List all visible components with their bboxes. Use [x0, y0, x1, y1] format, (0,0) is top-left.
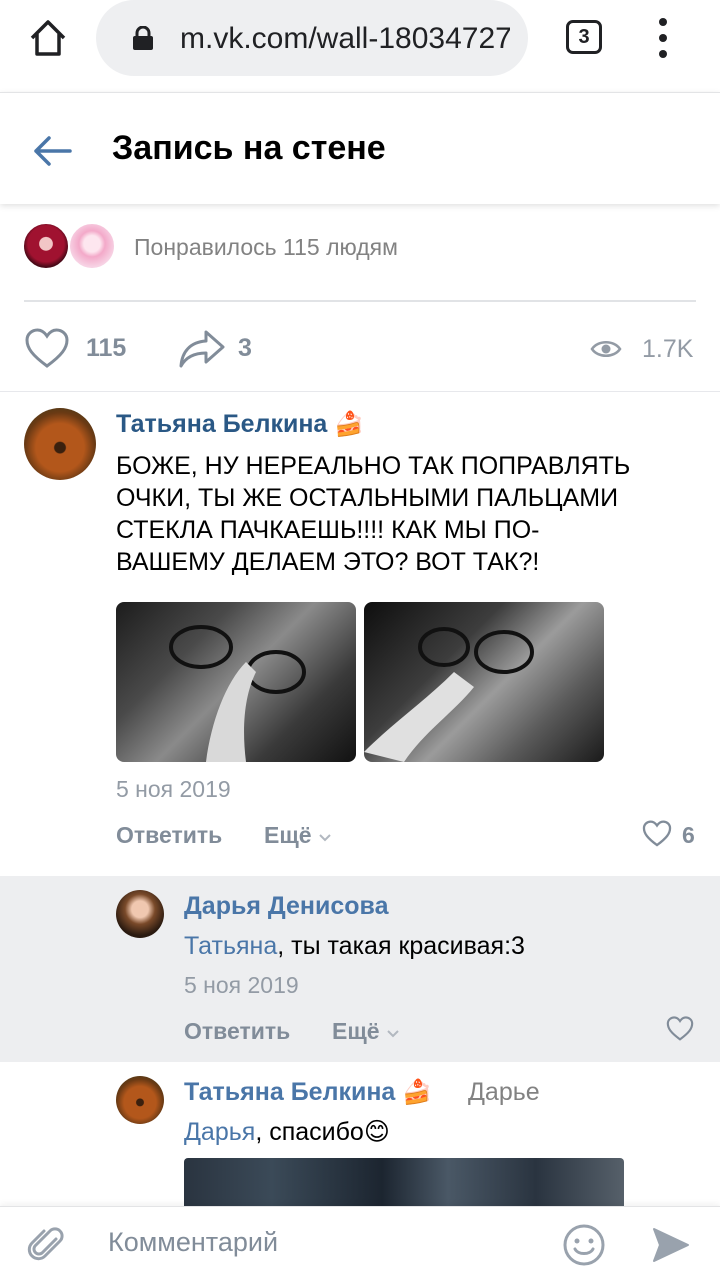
photo-image: [169, 625, 306, 762]
cake-emoji-icon: 🍰: [334, 411, 365, 438]
like-heart-icon[interactable]: [24, 328, 70, 370]
comment-text-body: , спасибо: [255, 1118, 364, 1146]
comment-text: БОЖЕ, НУ НЕРЕАЛЬНО ТАК ПОПРАВЛЯТЬ ОЧКИ, …: [116, 450, 696, 578]
more-label: Ещё: [332, 1018, 380, 1044]
more-menu-icon[interactable]: [650, 16, 676, 60]
like-count: 115: [86, 334, 127, 362]
mention-link[interactable]: Татьяна: [184, 932, 277, 960]
comment-reply: Татьяна Белкина 🍰 Дарье Дарья, спасибо😊: [0, 1062, 720, 1206]
more-button[interactable]: Ещё: [264, 822, 332, 849]
share-count: 3: [238, 334, 252, 362]
mention-link[interactable]: Дарья: [184, 1118, 255, 1146]
avatar[interactable]: [24, 408, 96, 480]
browser-toolbar: m.vk.com/wall-18034727( 3: [0, 0, 720, 90]
liker-avatar: [22, 222, 70, 270]
likes-summary-text: Понравилось 115 людям: [134, 234, 398, 260]
comment-date: 5 ноя 2019: [184, 972, 299, 998]
photo-attachment[interactable]: [364, 602, 604, 762]
chevron-down-icon: [319, 834, 331, 842]
comment-author[interactable]: Татьяна Белкина 🍰: [116, 410, 364, 439]
comment-author[interactable]: Дарья Денисова: [184, 892, 389, 921]
divider: [24, 300, 696, 302]
reply-button[interactable]: Ответить: [116, 822, 222, 849]
page-title: Запись на стене: [112, 129, 386, 167]
share-arrow-icon[interactable]: [178, 328, 226, 370]
comment-like-icon[interactable]: [666, 1016, 694, 1042]
likes-summary[interactable]: Понравилось 115 людям: [0, 216, 720, 276]
comment-text-line: ОЧКИ, ТЫ ЖЕ ОСТАЛЬНЫМИ ПАЛЬЦАМИ: [116, 484, 619, 512]
post-actions: 115 3 1.7K: [0, 322, 720, 378]
back-arrow-icon[interactable]: [30, 129, 74, 173]
comment-text-line: ВАШЕМУ ДЕЛАЕМ ЭТО? ВОТ ТАК?!: [116, 548, 540, 576]
cake-emoji-icon: 🍰: [402, 1079, 433, 1106]
send-icon[interactable]: [650, 1225, 690, 1265]
author-name: Татьяна Белкина: [184, 1078, 396, 1106]
emoji-icon[interactable]: [562, 1223, 606, 1267]
comment-composer: [0, 1206, 720, 1276]
comment-text-line: БОЖЕ, НУ НЕРЕАЛЬНО ТАК ПОПРАВЛЯТЬ: [116, 452, 631, 480]
address-bar[interactable]: m.vk.com/wall-18034727(: [96, 0, 528, 76]
photo-attachment[interactable]: [116, 602, 356, 762]
lock-icon: [132, 25, 154, 50]
page-header: Запись на стене: [0, 92, 720, 204]
comment: Татьяна Белкина 🍰 БОЖЕ, НУ НЕРЕАЛЬНО ТАК…: [0, 392, 720, 876]
avatar[interactable]: [116, 1076, 164, 1124]
author-name: Татьяна Белкина: [116, 410, 328, 438]
smile-emoji-icon: 😊: [363, 1118, 390, 1146]
more-button[interactable]: Ещё: [332, 1018, 400, 1045]
views-eye-icon: [590, 338, 622, 360]
photo-attachment[interactable]: [184, 1158, 624, 1206]
comment-text-body: , ты такая красивая:3: [277, 932, 525, 960]
comment-reply: Дарья Денисова Татьяна, ты такая красива…: [0, 876, 720, 1062]
comment-text-line: СТЕКЛА ПАЧКАЕШЬ!!!! КАК МЫ ПО-: [116, 516, 540, 544]
paperclip-icon[interactable]: [26, 1225, 66, 1265]
chevron-down-icon: [387, 1030, 399, 1038]
reply-button[interactable]: Ответить: [184, 1018, 290, 1045]
comment-like-icon[interactable]: [642, 820, 672, 848]
comment-input[interactable]: [108, 1217, 538, 1267]
comment-text: Татьяна, ты такая красивая:3: [184, 930, 684, 962]
comment-author[interactable]: Татьяна Белкина 🍰: [184, 1078, 432, 1107]
more-label: Ещё: [264, 822, 312, 848]
tab-switcher-button[interactable]: 3: [566, 20, 602, 54]
reply-to-label[interactable]: Дарье: [468, 1078, 540, 1107]
photo-image: [364, 627, 534, 762]
avatar[interactable]: [116, 890, 164, 938]
url-text: m.vk.com/wall-18034727(: [180, 22, 510, 55]
comment-like-count: 6: [682, 822, 695, 848]
views-count: 1.7K: [642, 335, 694, 363]
home-icon[interactable]: [26, 16, 70, 60]
liker-avatar: [68, 222, 116, 270]
comment-text: Дарья, спасибо😊: [184, 1116, 684, 1148]
comment-date: 5 ноя 2019: [116, 776, 231, 802]
